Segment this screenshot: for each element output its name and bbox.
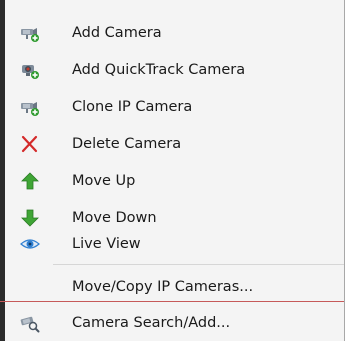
menu-item-camera-search-add[interactable]: Camera Search/Add... <box>5 304 344 341</box>
menu-item-label: Delete Camera <box>72 136 182 152</box>
menu-item-add-quicktrack-camera[interactable]: Add QuickTrack Camera <box>5 51 344 88</box>
menu-item-delete-camera[interactable]: Delete Camera <box>5 125 344 162</box>
camera-clone-icon <box>19 97 41 117</box>
menu-item-live-view[interactable]: Live View <box>5 225 344 262</box>
menu-item-label: Camera Search/Add... <box>72 315 231 331</box>
red-x-delete-icon <box>19 134 41 154</box>
menu-item-label: Move Up <box>72 173 136 189</box>
green-arrow-up-icon <box>19 171 41 191</box>
menu-item-label: Add QuickTrack Camera <box>72 62 246 78</box>
quicktrack-camera-icon <box>19 60 41 80</box>
context-menu: Add Camera Add QuickTrack Camera Clone I… <box>5 0 344 341</box>
context-menu-window: Add Camera Add QuickTrack Camera Clone I… <box>0 0 360 341</box>
menu-item-label: Live View <box>72 236 141 252</box>
menu-item-label: Clone IP Camera <box>72 99 193 115</box>
menu-item-move-copy-ip-cameras[interactable]: Move/Copy IP Cameras... <box>5 268 344 305</box>
camera-add-icon <box>19 23 41 43</box>
menu-item-clone-ip-camera[interactable]: Clone IP Camera <box>5 88 344 125</box>
window-right-border <box>344 0 360 341</box>
eye-icon <box>19 234 41 254</box>
menu-divider <box>53 264 344 265</box>
selection-border <box>0 301 344 302</box>
camera-search-icon <box>19 313 41 333</box>
menu-item-add-camera[interactable]: Add Camera <box>5 14 344 51</box>
menu-item-label: Move/Copy IP Cameras... <box>72 279 254 295</box>
menu-item-move-up[interactable]: Move Up <box>5 162 344 199</box>
menu-item-label: Add Camera <box>72 25 162 41</box>
